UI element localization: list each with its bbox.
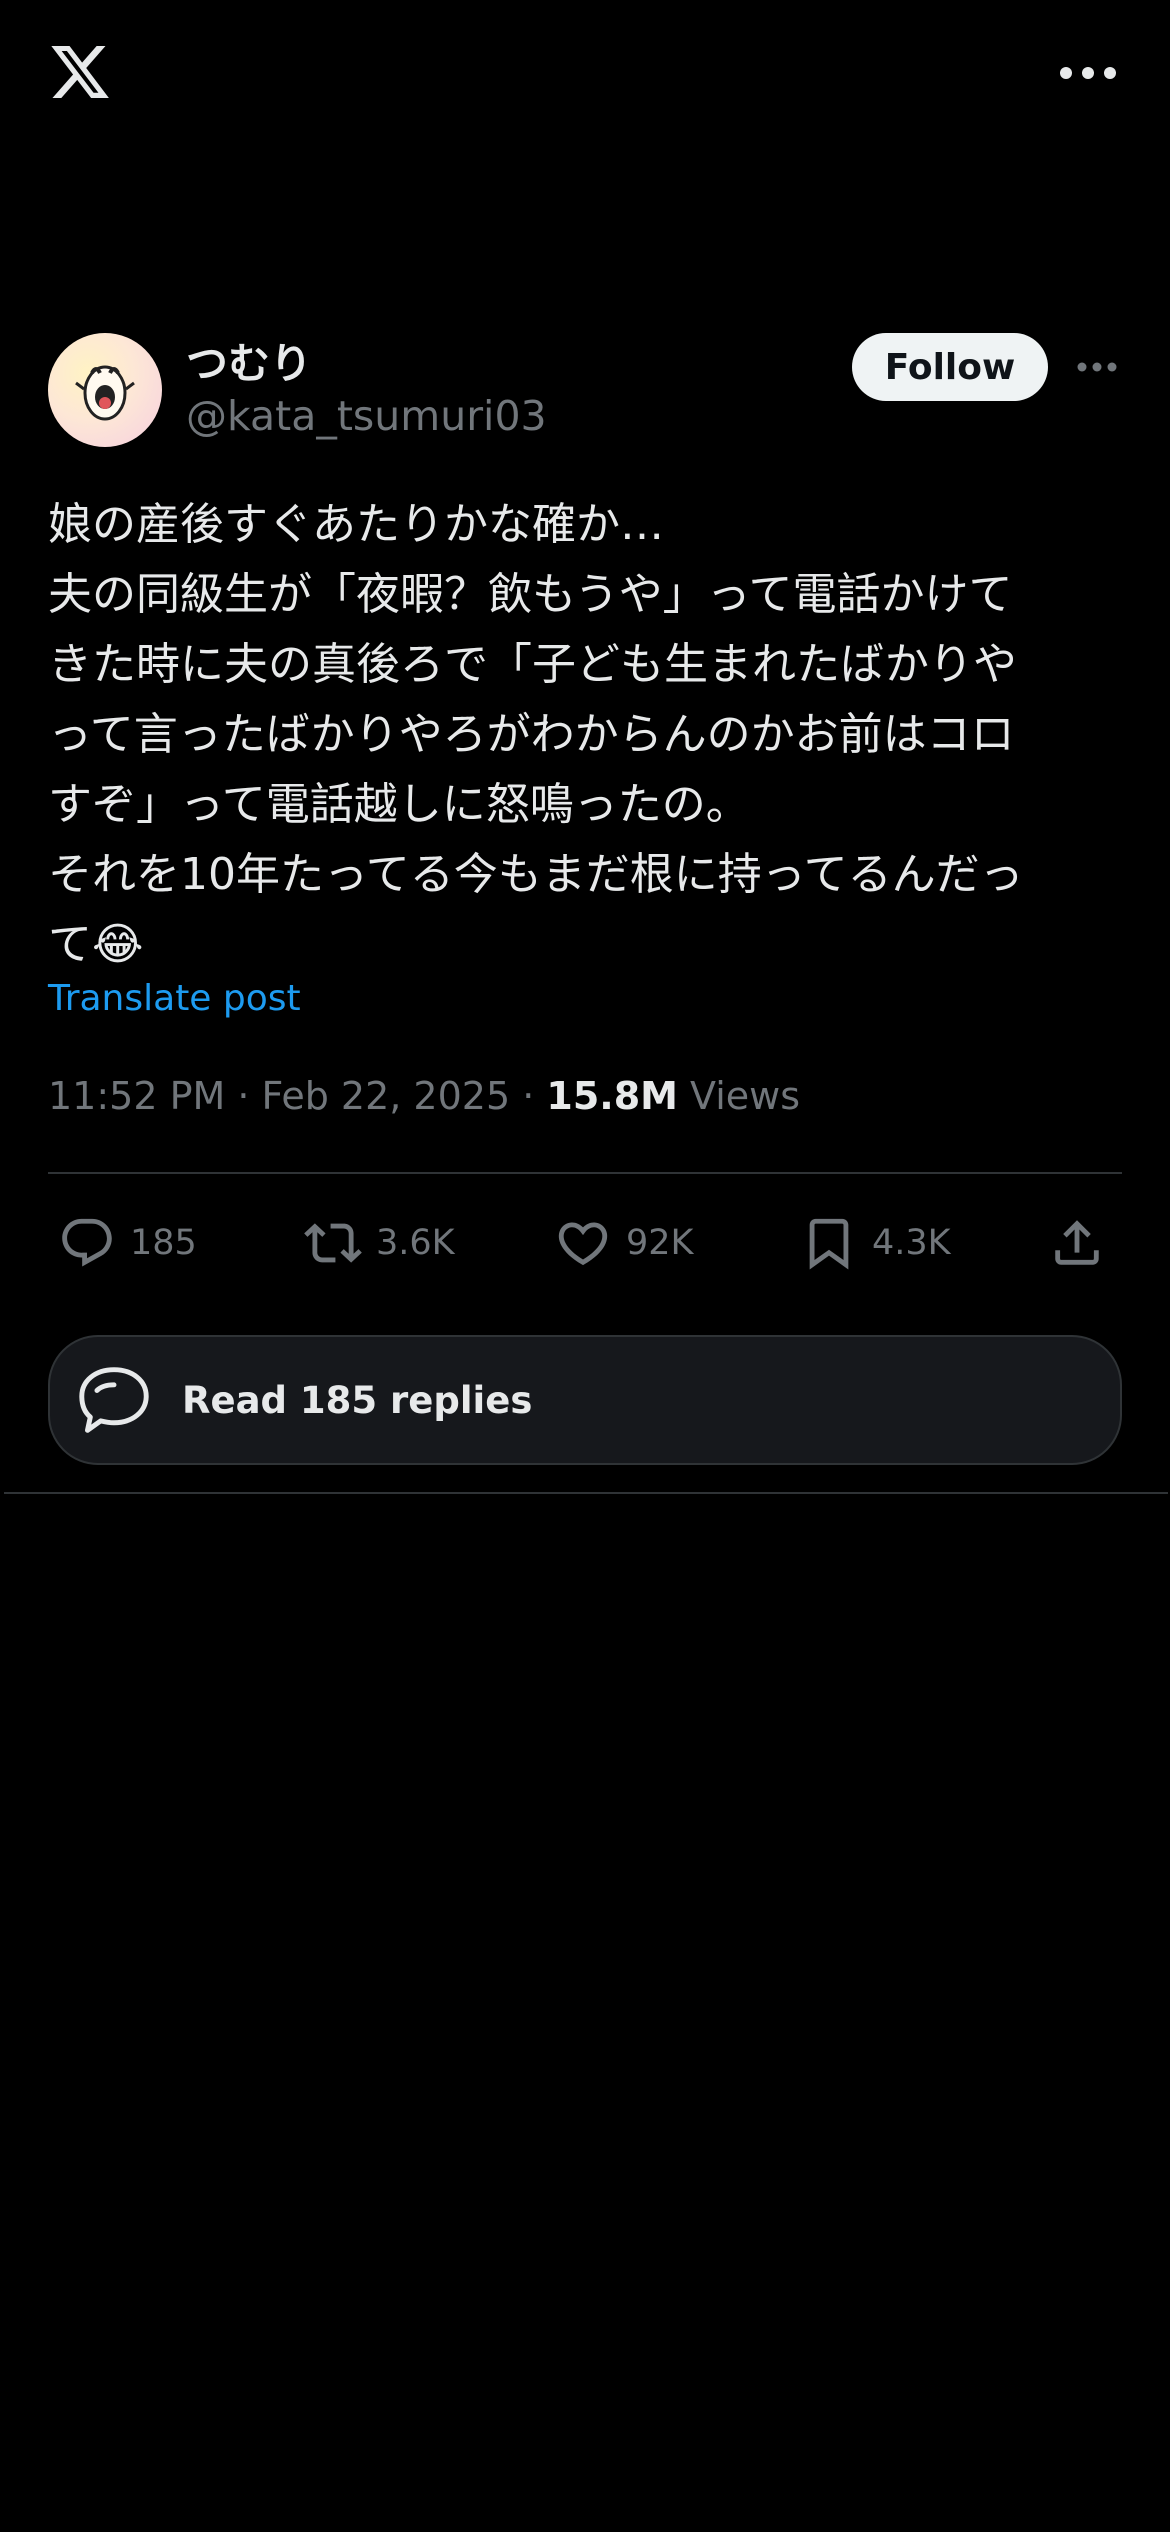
views-label: Views bbox=[690, 1074, 801, 1118]
repost-button[interactable]: 3.6K bbox=[304, 1206, 455, 1280]
divider bbox=[4, 1492, 1168, 1494]
tweet-line: て😂 bbox=[48, 919, 144, 970]
replies-bubble-icon bbox=[79, 1367, 149, 1433]
share-icon bbox=[1055, 1220, 1099, 1265]
tweet-line: それを10年たってる今もまだ根に持ってるんだっ bbox=[48, 849, 1024, 900]
reply-icon bbox=[62, 1218, 112, 1267]
x-logo-icon[interactable] bbox=[46, 40, 114, 104]
tweet-time[interactable]: 11:52 PM bbox=[48, 1074, 225, 1118]
tweet-line: すぞ」って電話越しに怒鳴ったの。 bbox=[48, 779, 750, 830]
bookmark-icon bbox=[809, 1218, 849, 1270]
read-replies-label: Read 185 replies bbox=[182, 1378, 533, 1422]
repost-count: 3.6K bbox=[376, 1223, 455, 1263]
like-count: 92K bbox=[626, 1223, 694, 1263]
avatar[interactable] bbox=[48, 333, 162, 447]
tweet-meta: 11:52 PM · Feb 22, 2025 · 15.8M Views bbox=[48, 1074, 800, 1118]
heart-icon bbox=[558, 1222, 608, 1266]
tweet-line: 夫の同級生が「夜暇？飲もうや」って電話かけて bbox=[48, 569, 1013, 620]
tweet-line: って言ったばかりやろがわからんのかお前はコロ bbox=[48, 709, 1015, 760]
avatar-face-icon bbox=[75, 365, 135, 421]
tweet-line: 娘の産後すぐあたりかな確か… bbox=[48, 499, 664, 550]
more-horizontal-icon[interactable] bbox=[1076, 356, 1118, 378]
more-horizontal-icon[interactable] bbox=[1058, 62, 1118, 84]
bookmark-count: 4.3K bbox=[872, 1223, 951, 1263]
top-bar bbox=[0, 0, 1170, 150]
views-count: 15.8M bbox=[546, 1074, 678, 1118]
tweet-date[interactable]: Feb 22, 2025 bbox=[262, 1074, 511, 1118]
repost-icon bbox=[304, 1223, 362, 1263]
reply-count: 185 bbox=[130, 1223, 197, 1263]
like-button[interactable]: 92K bbox=[554, 1206, 694, 1280]
tweet-line: きた時に夫の真後ろで「子ども生まれたばかりや bbox=[48, 639, 1017, 690]
bookmark-button[interactable]: 4.3K bbox=[800, 1206, 951, 1280]
meta-separator: · bbox=[225, 1074, 262, 1118]
share-button[interactable] bbox=[1048, 1206, 1106, 1280]
display-name[interactable]: つむり bbox=[186, 330, 312, 391]
reply-button[interactable]: 185 bbox=[58, 1206, 197, 1280]
divider bbox=[48, 1172, 1122, 1174]
meta-separator: · bbox=[510, 1074, 547, 1118]
user-handle[interactable]: @kata_tsumuri03 bbox=[186, 392, 547, 440]
action-bar: 185 3.6K 92K 4.3K bbox=[48, 1206, 1122, 1280]
translate-post-link[interactable]: Translate post bbox=[48, 978, 301, 1019]
read-replies-button[interactable]: Read 185 replies bbox=[48, 1335, 1122, 1465]
tweet-text: 娘の産後すぐあたりかな確か… 夫の同級生が「夜暇？飲もうや」って電話かけて きた… bbox=[48, 490, 1128, 980]
follow-button[interactable]: Follow bbox=[852, 333, 1048, 401]
